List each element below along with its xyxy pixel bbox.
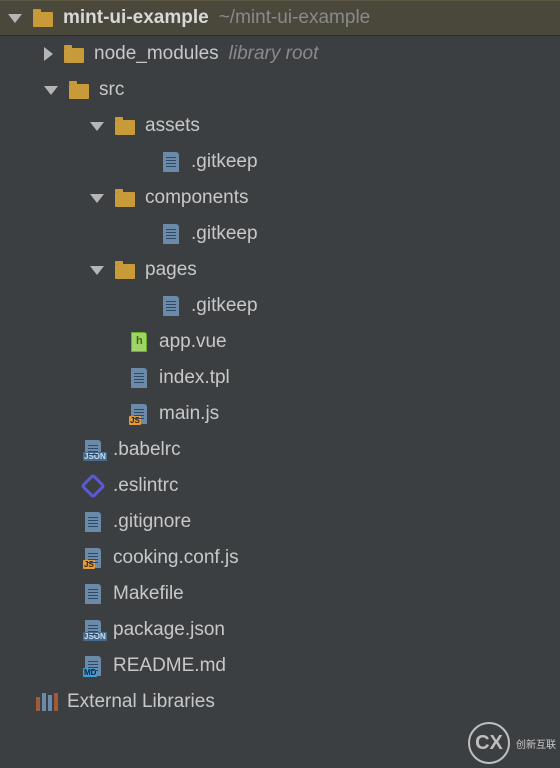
file-label: Makefile [113,583,184,605]
expand-arrow-icon[interactable] [90,194,104,203]
vue-file-icon [128,331,150,353]
file-label: .eslintrc [113,475,178,497]
eslint-file-icon [82,475,104,497]
tree-row-gitkeep[interactable]: .gitkeep [0,216,560,252]
folder-label: src [99,79,124,101]
tree-row-pages[interactable]: pages [0,252,560,288]
watermark: CX 创新互联 [468,722,556,764]
folder-icon [114,259,136,281]
file-label: package.json [113,619,225,641]
tree-row-node-modules[interactable]: node_modules library root [0,36,560,72]
tree-row-cooking[interactable]: JS cooking.conf.js [0,540,560,576]
file-icon [82,583,104,605]
file-icon [82,511,104,533]
file-label: cooking.conf.js [113,547,239,569]
json-file-icon: JSON [82,619,104,641]
tree-row-components[interactable]: components [0,180,560,216]
watermark-text: 创新互联 [516,736,556,751]
folder-icon [32,7,54,29]
expand-arrow-icon[interactable] [90,266,104,275]
folder-label: pages [145,259,197,281]
library-icon [36,691,58,713]
file-label: index.tpl [159,367,230,389]
file-label: .gitignore [113,511,191,533]
project-path: ~/mint-ui-example [219,7,371,29]
file-icon [160,295,182,317]
collapse-arrow-icon[interactable] [44,47,53,61]
tree-row-gitkeep[interactable]: .gitkeep [0,144,560,180]
folder-label: assets [145,115,200,137]
file-icon [160,223,182,245]
tree-row-gitkeep[interactable]: .gitkeep [0,288,560,324]
folder-icon [68,79,90,101]
tree-row-main-js[interactable]: JS main.js [0,396,560,432]
tree-row-makefile[interactable]: Makefile [0,576,560,612]
tree-row-eslintrc[interactable]: .eslintrc [0,468,560,504]
file-label: .gitkeep [191,151,258,173]
project-name: mint-ui-example [63,7,209,29]
tree-row-external-libraries[interactable]: External Libraries [0,684,560,720]
file-icon [128,367,150,389]
expand-arrow-icon[interactable] [44,86,58,95]
tree-row-index-tpl[interactable]: index.tpl [0,360,560,396]
tree-row-readme[interactable]: MD README.md [0,648,560,684]
library-root-label: library root [229,43,319,65]
json-file-icon: JSON [82,439,104,461]
js-file-icon: JS [82,547,104,569]
tree-row-assets[interactable]: assets [0,108,560,144]
external-libraries-label: External Libraries [67,691,215,713]
folder-label: node_modules [94,43,219,65]
folder-label: components [145,187,249,209]
folder-icon [114,115,136,137]
tree-row-src[interactable]: src [0,72,560,108]
file-icon [160,151,182,173]
file-label: README.md [113,655,226,677]
js-file-icon: JS [128,403,150,425]
expand-arrow-icon[interactable] [90,122,104,131]
md-file-icon: MD [82,655,104,677]
expand-arrow-icon[interactable] [8,14,22,23]
file-label: .babelrc [113,439,181,461]
watermark-logo-icon: CX [468,722,510,764]
tree-row-babelrc[interactable]: JSON .babelrc [0,432,560,468]
tree-row-app-vue[interactable]: app.vue [0,324,560,360]
file-label: main.js [159,403,219,425]
folder-icon [114,187,136,209]
file-label: .gitkeep [191,295,258,317]
tree-row-gitignore[interactable]: .gitignore [0,504,560,540]
folder-icon [63,43,85,65]
file-label: .gitkeep [191,223,258,245]
tree-row-package[interactable]: JSON package.json [0,612,560,648]
file-label: app.vue [159,331,227,353]
tree-row-root[interactable]: mint-ui-example ~/mint-ui-example [0,0,560,36]
